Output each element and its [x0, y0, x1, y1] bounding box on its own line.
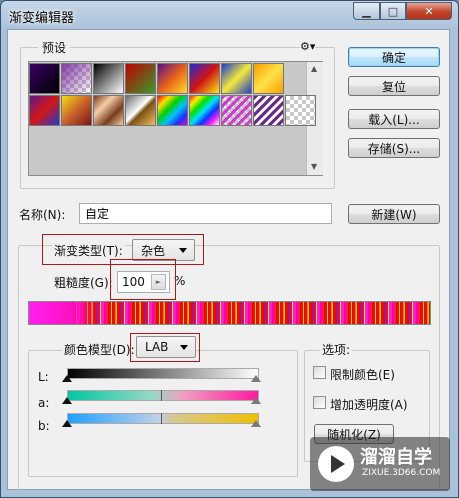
preset-swatch[interactable]	[93, 63, 124, 94]
scroll-up-icon[interactable]: ▲	[311, 64, 317, 73]
a-channel-slider[interactable]	[67, 390, 259, 401]
color-model-label: 颜色模型(D):	[62, 341, 137, 358]
preset-swatch[interactable]	[253, 95, 284, 126]
l-min-thumb[interactable]	[62, 375, 72, 382]
maximize-button[interactable]: □	[380, 2, 406, 20]
channel-b-label: b:	[38, 419, 50, 433]
preset-swatch[interactable]	[93, 95, 124, 126]
save-button[interactable]: 存储(S)...	[348, 138, 440, 158]
a-max-thumb[interactable]	[251, 397, 261, 404]
watermark: 溜溜自学 ZIXUE.3D66.COM	[310, 437, 450, 491]
l-channel-slider[interactable]	[67, 368, 259, 379]
preset-swatch[interactable]	[157, 95, 188, 126]
ok-button[interactable]: 确定	[348, 47, 440, 67]
preset-swatch[interactable]	[29, 95, 60, 126]
reset-button[interactable]: 复位	[348, 76, 440, 96]
preset-swatch[interactable]	[61, 63, 92, 94]
add-transparency-checkbox[interactable]	[313, 396, 326, 409]
close-button[interactable]: ✕	[406, 2, 452, 20]
preset-swatches	[29, 63, 316, 129]
roughness-label: 粗糙度(G):	[54, 276, 113, 290]
restrict-colors-checkbox[interactable]	[313, 366, 326, 379]
gradient-preview-bar[interactable]	[28, 301, 431, 325]
annotation-box	[130, 333, 200, 362]
name-label: 名称(N):	[19, 208, 66, 222]
watermark-url: ZIXUE.3D66.COM	[362, 468, 441, 478]
watermark-logo-icon	[318, 446, 354, 482]
maximize-icon: □	[387, 4, 399, 18]
preset-swatch[interactable]	[29, 63, 60, 94]
name-input[interactable]	[79, 203, 332, 224]
minimize-icon: ▁	[362, 4, 371, 18]
scroll-down-icon[interactable]: ▼	[311, 162, 317, 171]
new-button[interactable]: 新建(W)	[348, 204, 440, 224]
minimize-button[interactable]: ▁	[353, 2, 380, 20]
preset-swatch[interactable]	[285, 95, 316, 126]
b-channel-slider[interactable]	[67, 413, 259, 424]
b-min-thumb[interactable]	[62, 420, 72, 427]
channel-a-label: a:	[38, 396, 50, 410]
restrict-colors-label[interactable]: 限制颜色(E)	[330, 366, 395, 383]
b-max-thumb[interactable]	[251, 420, 261, 427]
close-icon: ✕	[424, 4, 434, 18]
a-min-thumb[interactable]	[62, 397, 72, 404]
channel-l-label: L:	[38, 370, 49, 384]
preset-swatch[interactable]	[221, 63, 252, 94]
options-label: 选项:	[320, 341, 353, 358]
annotation-box	[110, 259, 176, 300]
preset-swatch[interactable]	[253, 63, 284, 94]
title-bar: 渐变编辑器 ▁ □ ✕	[1, 1, 458, 29]
l-max-thumb[interactable]	[251, 375, 261, 382]
presets-label: 预设	[38, 39, 71, 56]
load-button[interactable]: 载入(L)...	[348, 109, 440, 129]
watermark-brand: 溜溜自学	[360, 447, 432, 468]
preset-swatch[interactable]	[157, 63, 188, 94]
preset-swatch[interactable]	[189, 63, 220, 94]
window-title: 渐变编辑器	[9, 11, 75, 26]
presets-menu-gear-icon[interactable]: ⚙▾	[300, 40, 316, 53]
preset-swatch[interactable]	[221, 95, 252, 126]
preset-swatch[interactable]	[189, 95, 220, 126]
preset-swatch[interactable]	[125, 95, 156, 126]
add-transparency-label[interactable]: 增加透明度(A)	[330, 396, 408, 413]
preset-swatch[interactable]	[125, 63, 156, 94]
preset-swatch[interactable]	[61, 95, 92, 126]
